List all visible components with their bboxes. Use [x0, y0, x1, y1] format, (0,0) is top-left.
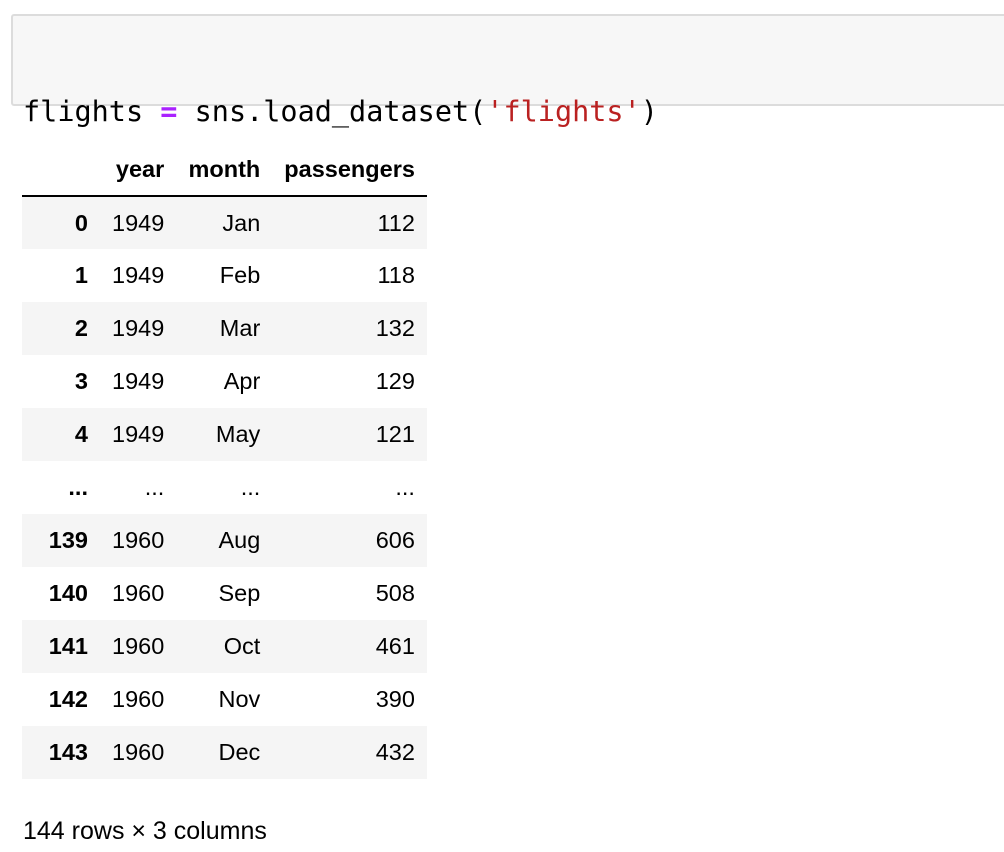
row-index-cell: 142: [48, 686, 88, 712]
passengers-cell: ...: [395, 474, 415, 500]
table-row: 143 1960 Dec 432: [22, 726, 427, 779]
year-cell: 1949: [112, 209, 165, 236]
row-index-cell: 3: [74, 368, 88, 394]
year-cell: 1949: [112, 315, 165, 341]
code-input-cell[interactable]: flights = sns.load_dataset('flights') fl…: [11, 14, 1004, 230]
row-index-cell: 139: [48, 527, 88, 553]
year-cell: 1960: [112, 739, 165, 765]
column-header-index: [22, 144, 100, 197]
table-row: ............: [22, 461, 427, 514]
month-cell: Jan: [222, 209, 261, 236]
year-cell: 1949: [112, 368, 165, 394]
code-string-argument: 'flights': [486, 95, 641, 128]
row-index-cell: 141: [48, 633, 88, 659]
passengers-cell: 121: [375, 421, 415, 447]
passengers-cell: 112: [377, 209, 415, 236]
row-index-cell: 4: [74, 421, 88, 447]
table-row: 1 1949 Feb 118: [22, 249, 427, 302]
dataframe-shape-summary: 144 rows × 3 columns: [23, 817, 267, 845]
table-header: year month passengers: [22, 144, 427, 197]
year-cell: 1949: [112, 262, 165, 288]
month-cell: Oct: [223, 633, 261, 659]
year-cell: 1960: [112, 527, 165, 553]
month-cell: Sep: [218, 580, 261, 606]
month-cell: ...: [240, 474, 261, 500]
table-row: 140 1960 Sep 508: [22, 567, 427, 620]
month-cell: Mar: [219, 315, 261, 341]
month-cell: Nov: [218, 686, 261, 712]
column-header-passengers: passengers: [272, 144, 427, 197]
table-row: 3 1949 Apr 129: [22, 355, 427, 408]
header-row: year month passengers: [22, 144, 427, 197]
passengers-cell: 129: [375, 368, 415, 394]
year-cell: 1960: [112, 580, 165, 606]
month-cell: Apr: [223, 368, 261, 394]
code-function-call: sns.load_dataset(: [194, 95, 487, 128]
year-cell: 1960: [112, 633, 165, 659]
passengers-cell: 432: [375, 739, 415, 765]
code-line-1: flights = sns.load_dataset('flights'): [23, 95, 658, 129]
month-cell: Feb: [219, 262, 261, 288]
table-row: 142 1960 Nov 390: [22, 673, 427, 726]
row-index-cell: 1: [74, 262, 88, 288]
code-variable: flights: [23, 95, 144, 128]
month-cell: Dec: [218, 739, 261, 765]
table-row: 141 1960 Oct 461: [22, 620, 427, 673]
month-cell: Aug: [218, 527, 261, 553]
row-index-cell: 143: [48, 739, 88, 765]
table-row: 4 1949 May 121: [22, 408, 427, 461]
passengers-cell: 390: [375, 686, 415, 712]
row-index-cell: 2: [74, 315, 88, 341]
year-cell: 1949: [112, 421, 165, 447]
row-index-cell: 140: [48, 580, 88, 606]
dataframe-output-table: year month passengers 0 1949 Jan 112 1 1949 Fe…: [22, 144, 427, 779]
year-cell: ...: [144, 474, 165, 500]
table-body: 0 1949 Jan 112 1 1949 Feb 118 2 1949 Mar 132 3 1949 Ap…: [22, 196, 427, 779]
column-header-year: year: [100, 144, 177, 197]
row-index-cell: 0: [74, 209, 88, 236]
month-cell: May: [215, 421, 261, 447]
year-cell: 1960: [112, 686, 165, 712]
table-row: 139 1960 Aug 606: [22, 514, 427, 567]
passengers-cell: 461: [375, 633, 415, 659]
column-header-month: month: [176, 144, 273, 197]
code-close-paren: ): [640, 95, 658, 128]
code-operator: =: [160, 95, 178, 128]
passengers-cell: 132: [375, 315, 415, 341]
passengers-cell: 606: [375, 527, 415, 553]
table-row: 2 1949 Mar 132: [22, 302, 427, 355]
row-index-cell: ...: [68, 474, 88, 500]
passengers-cell: 508: [375, 580, 415, 606]
table-row: 0 1949 Jan 112: [22, 196, 427, 249]
passengers-cell: 118: [377, 262, 415, 288]
